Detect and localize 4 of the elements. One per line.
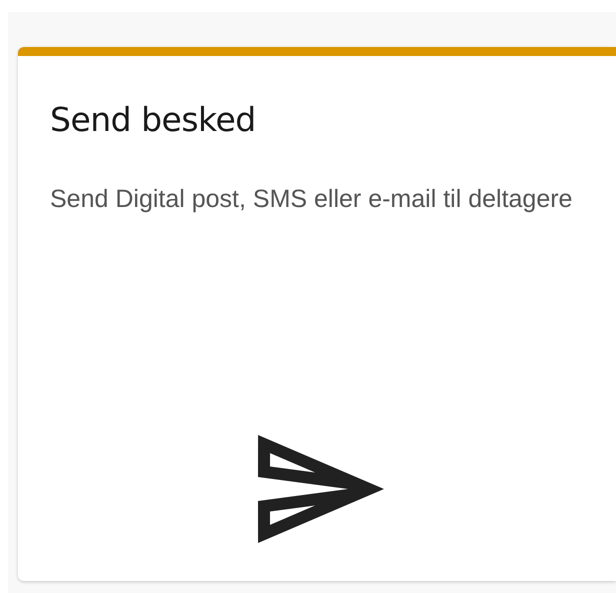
card-background[interactable]: Send besked Send Digital post, SMS eller e-mail til deltagere <box>18 47 616 581</box>
card-title: Send besked <box>50 100 257 139</box>
send-icon <box>258 435 384 543</box>
card-description: Send Digital post, SMS eller e-mail til deltagere <box>50 184 574 215</box>
